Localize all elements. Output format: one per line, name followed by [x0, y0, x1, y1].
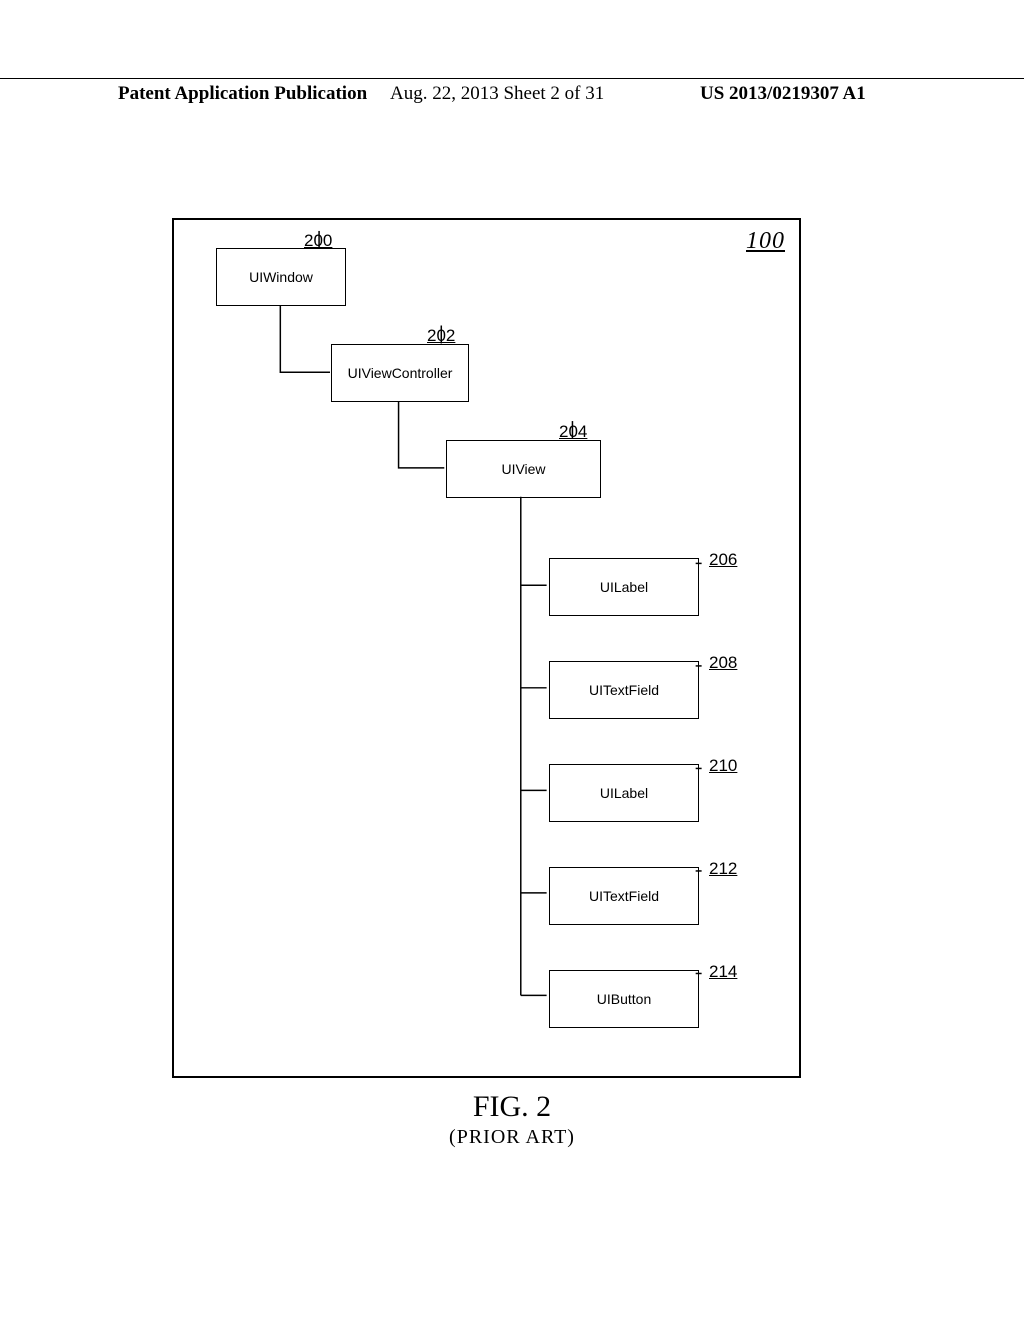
ref-204: 204: [559, 422, 587, 442]
node-uiwindow: UIWindow: [216, 248, 346, 306]
header-center: Aug. 22, 2013 Sheet 2 of 31: [390, 83, 604, 105]
node-uitextfield-212: UITextField: [549, 867, 699, 925]
ref-214: 214: [709, 962, 737, 982]
diagram-frame: 100 200 UIWindow 202 UIViewController 20…: [172, 218, 801, 1078]
node-uibutton-214: UIButton: [549, 970, 699, 1028]
header-right: US 2013/0219307 A1: [700, 83, 866, 105]
node-uilabel-206: UILabel: [549, 558, 699, 616]
figure-number: FIG. 2: [0, 1090, 1024, 1124]
node-uilabel-210: UILabel: [549, 764, 699, 822]
header-left: Patent Application Publication: [118, 83, 367, 105]
page: Patent Application Publication Aug. 22, …: [0, 0, 1024, 1320]
node-label: UITextField: [589, 682, 659, 698]
figure-subtitle: (PRIOR ART): [0, 1126, 1024, 1149]
page-header: Patent Application Publication Aug. 22, …: [0, 78, 1024, 109]
connectors: [174, 220, 799, 1076]
node-label: UILabel: [600, 785, 648, 801]
node-label: UIButton: [597, 991, 651, 1007]
node-uiviewcontroller: UIViewController: [331, 344, 469, 402]
figure-caption: FIG. 2 (PRIOR ART): [0, 1090, 1024, 1149]
ref-206: 206: [709, 550, 737, 570]
node-label: UIWindow: [249, 269, 313, 285]
node-label: UILabel: [600, 579, 648, 595]
node-uitextfield-208: UITextField: [549, 661, 699, 719]
ref-212: 212: [709, 859, 737, 879]
node-uiview: UIView: [446, 440, 601, 498]
node-label: UIView: [501, 461, 545, 477]
node-label: UIViewController: [348, 365, 453, 381]
node-label: UITextField: [589, 888, 659, 904]
ref-210: 210: [709, 756, 737, 776]
ref-208: 208: [709, 653, 737, 673]
frame-ref: 100: [746, 228, 785, 255]
ref-202: 202: [427, 326, 455, 346]
